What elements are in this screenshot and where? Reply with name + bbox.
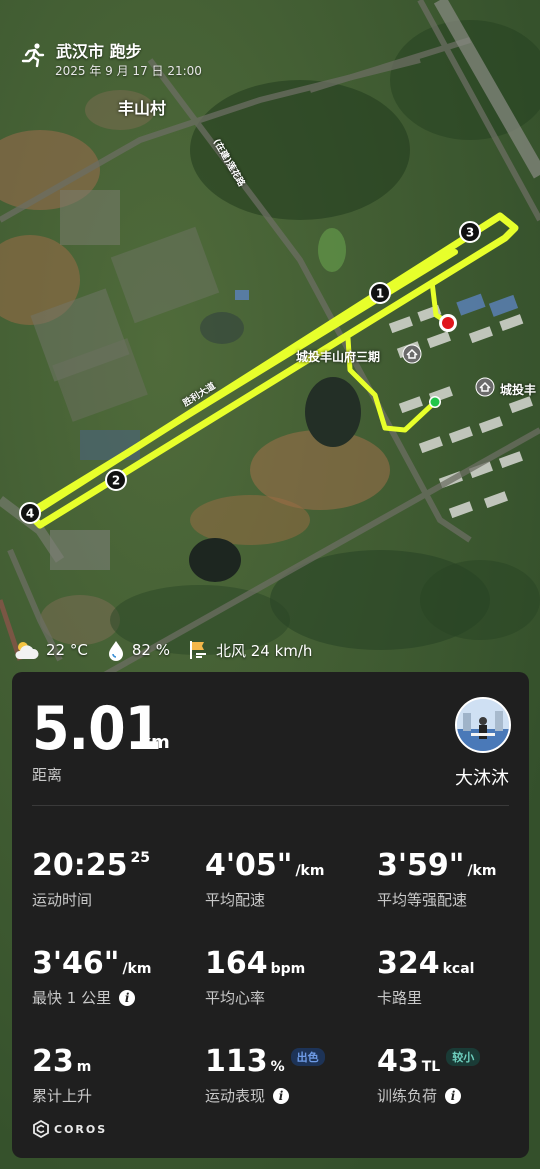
stat-value: 43 <box>377 1044 419 1079</box>
stat-training-load: 43 TL 较小 训练负荷 i <box>377 1044 481 1106</box>
stat-value: 3'46" <box>32 946 120 981</box>
username[interactable]: 大沐沐 <box>455 764 509 790</box>
brand-name: COROS <box>54 1122 108 1136</box>
stat-label: 最快 1 公里 <box>32 989 112 1007</box>
humidity-icon <box>108 641 123 661</box>
temperature-value: 22 °C <box>46 641 88 659</box>
stat-label: 运动时间 <box>32 891 93 909</box>
stat-grade-adjusted-pace: 3'59"/km 平均等强配速 <box>377 848 496 910</box>
info-icon[interactable]: i <box>445 1087 462 1104</box>
stat-label: 累计上升 <box>32 1087 93 1105</box>
partly-cloudy-icon <box>15 642 39 659</box>
stat-label: 平均等强配速 <box>377 891 468 909</box>
running-icon <box>21 43 45 68</box>
stat-label: 卡路里 <box>377 989 423 1007</box>
complex-label: 城投丰山府三期 <box>296 350 381 364</box>
stat-elevation-gain: 23 m 累计上升 <box>32 1044 92 1106</box>
distance-value: 5.01 <box>32 694 162 764</box>
stat-unit: % <box>270 1059 285 1075</box>
km-marker-label: 3 <box>466 226 474 240</box>
stat-value: 113 <box>205 1044 268 1079</box>
stat-label: 训练负荷 <box>377 1087 438 1105</box>
wind: 北风 24 km/h <box>188 639 312 661</box>
stat-avg-pace: 4'05"/km 平均配速 <box>205 848 324 910</box>
km-marker-3[interactable]: 3 <box>458 220 482 244</box>
stat-calories: 324 kcal 卡路里 <box>377 946 474 1008</box>
coros-logo-icon <box>33 1120 49 1138</box>
training-load-badge: 较小 <box>446 1047 481 1066</box>
poi-icon <box>402 344 422 364</box>
stat-label: 运动表现 <box>205 1087 266 1105</box>
stat-unit: /km <box>122 961 152 977</box>
stat-fastest-km: 3'46"/km 最快 1 公里 i <box>32 946 151 1008</box>
activity-datetime: 2025 年 9 月 17 日 21:00 <box>55 64 202 78</box>
humidity-value: 82 % <box>131 641 170 659</box>
info-icon[interactable]: i <box>119 989 136 1006</box>
divider <box>32 805 509 806</box>
avatar[interactable] <box>455 697 511 753</box>
stat-unit: m <box>76 1059 92 1075</box>
stat-value: 23 <box>32 1044 74 1079</box>
distance-unit: km <box>139 732 170 753</box>
start-point-icon <box>429 396 441 408</box>
km-marker-4[interactable]: 4 <box>18 501 42 525</box>
summary-card: 5.01 km 距离 大沐沐 20:25 25 运动时间 4'05"/km 平均配… <box>12 672 529 1158</box>
end-point-icon <box>439 314 457 332</box>
weather-bar: 22 °C 82 % 北风 24 km/h <box>12 639 330 661</box>
poi-icon <box>475 377 495 397</box>
km-marker-label: 2 <box>112 474 120 488</box>
stat-seconds-fraction: 25 <box>130 850 150 866</box>
stat-label: 平均心率 <box>205 989 266 1007</box>
stat-unit: kcal <box>442 961 475 977</box>
village-label: 丰山村 <box>118 99 167 118</box>
km-marker-1[interactable]: 1 <box>368 281 392 305</box>
stat-performance: 113 % 出色 运动表现 i <box>205 1044 325 1106</box>
stat-value: 324 <box>377 946 440 981</box>
stat-avg-heart-rate: 164 bpm 平均心率 <box>205 946 305 1008</box>
brand-logo: COROS <box>32 1120 107 1138</box>
km-marker-label: 1 <box>376 287 384 301</box>
distance-label: 距离 <box>32 766 63 784</box>
performance-badge: 出色 <box>290 1047 325 1066</box>
km-marker-2[interactable]: 2 <box>104 468 128 492</box>
km-marker-label: 4 <box>26 507 34 521</box>
stat-unit: /km <box>295 863 325 879</box>
stat-value: 3'59" <box>377 848 465 883</box>
humidity: 82 % <box>106 639 170 661</box>
stat-unit: bpm <box>270 961 306 977</box>
info-icon[interactable]: i <box>273 1087 290 1104</box>
stat-label: 平均配速 <box>205 891 266 909</box>
wind-value: 北风 24 km/h <box>215 641 313 660</box>
avatar-image <box>457 699 509 751</box>
temperature: 22 °C <box>12 639 88 661</box>
activity-title: 武汉市 跑步 <box>56 42 142 61</box>
stat-value: 164 <box>205 946 268 981</box>
wind-icon <box>189 641 206 659</box>
stat-value: 4'05" <box>205 848 293 883</box>
stat-duration: 20:25 25 运动时间 <box>32 848 150 910</box>
stat-value: 20:25 <box>32 848 128 883</box>
complex-label-2: 城投丰 <box>500 383 537 397</box>
stat-unit: /km <box>467 863 497 879</box>
stat-unit: TL <box>421 1059 441 1075</box>
